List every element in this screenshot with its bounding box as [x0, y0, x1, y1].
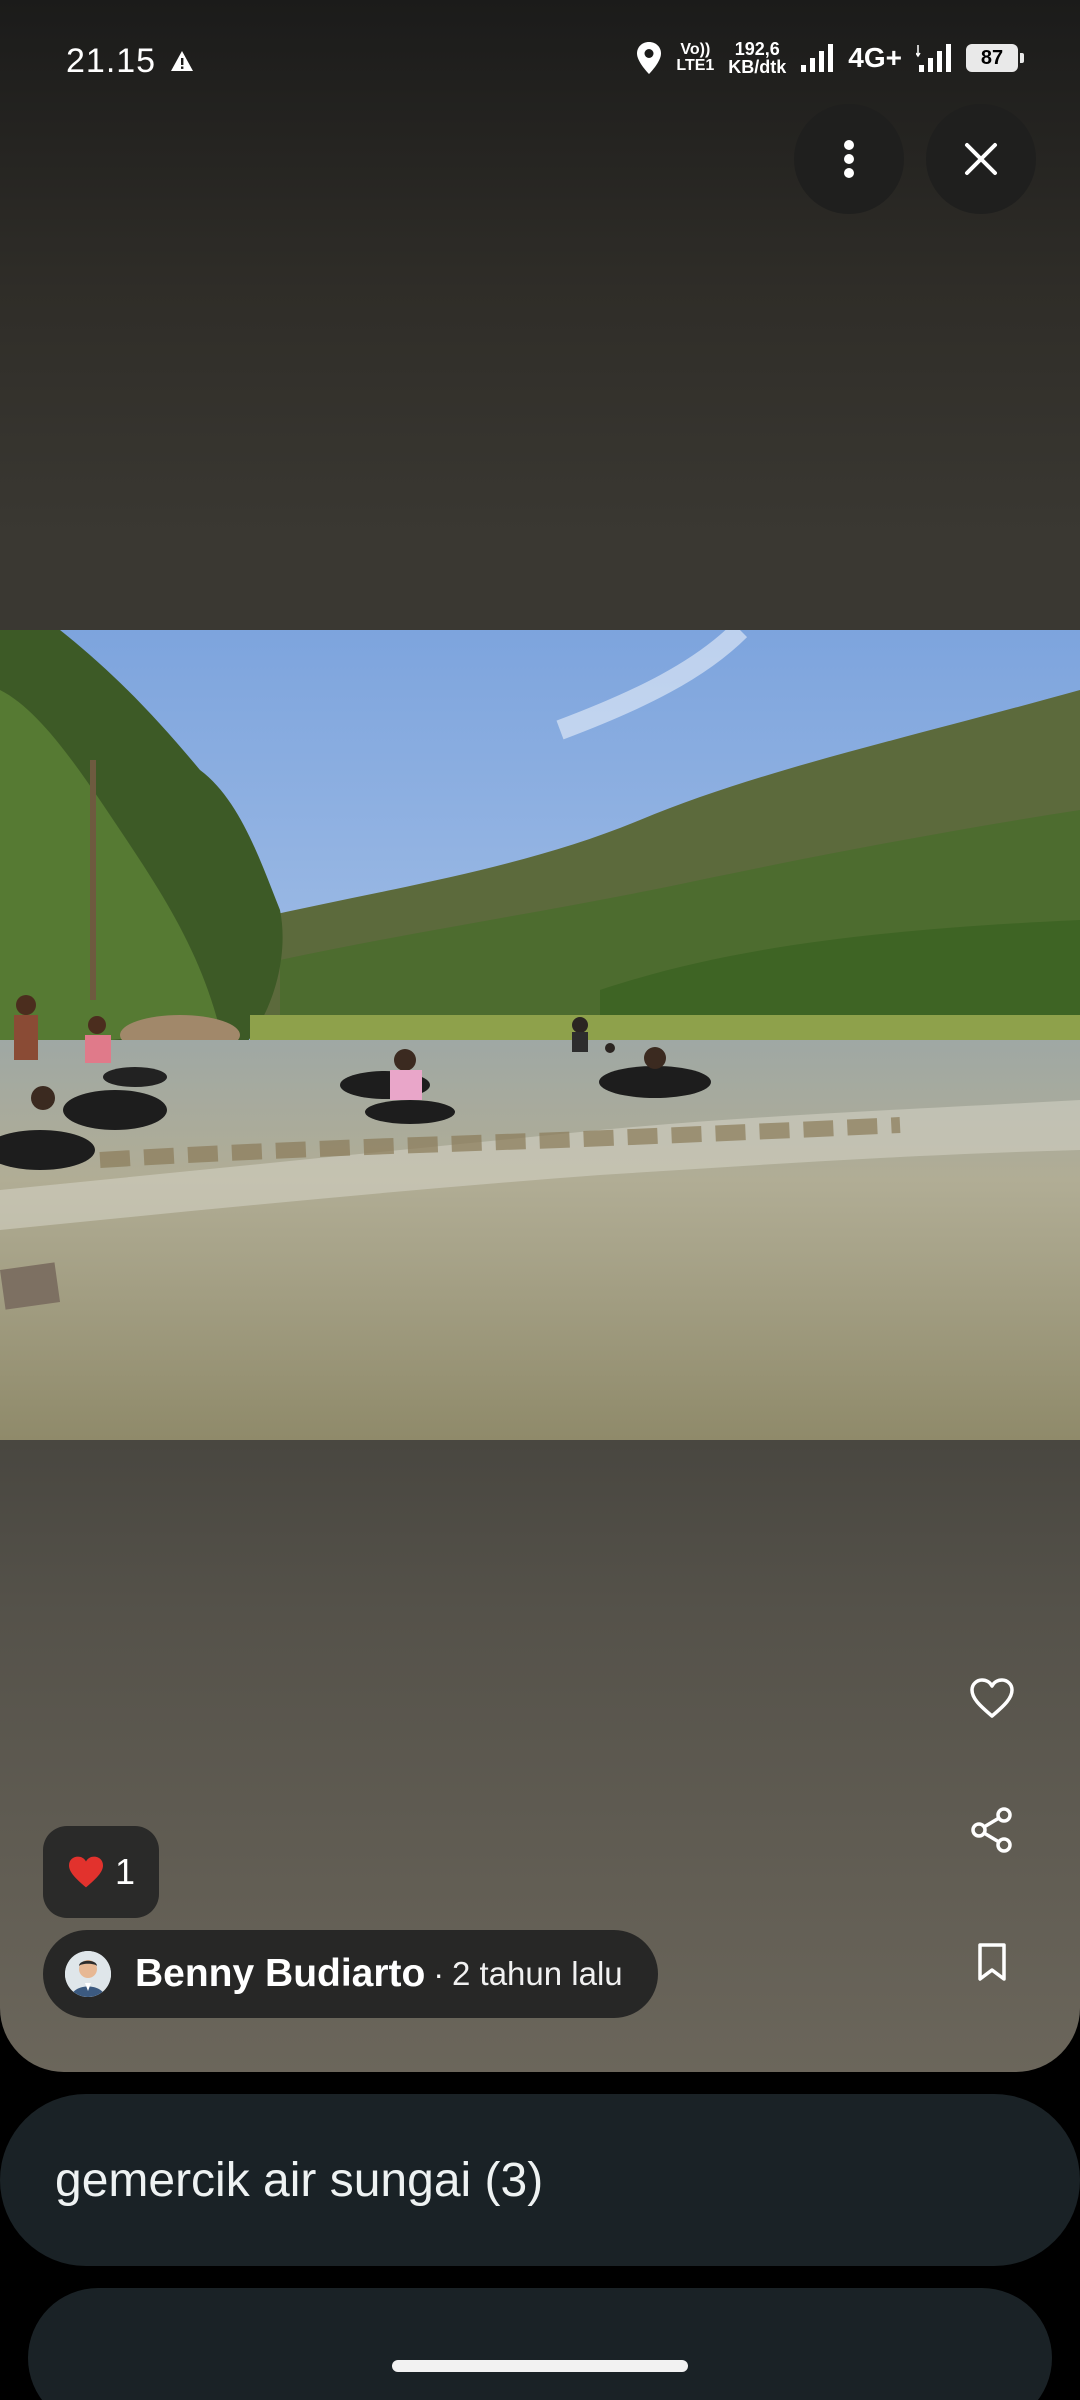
author-separator: ·	[433, 1955, 445, 1992]
more-options-button[interactable]	[794, 104, 904, 214]
heart-emoji-icon	[68, 1856, 103, 1888]
location-icon	[637, 42, 662, 74]
network-type: 4G+	[848, 42, 902, 73]
volte-indicator: Vo)) LTE1	[676, 41, 715, 74]
warning-icon	[171, 51, 193, 71]
signal-icon	[916, 44, 951, 72]
close-button[interactable]	[926, 104, 1036, 214]
signal-icon	[801, 44, 834, 72]
network-speed: 192,6 KB/dtk	[728, 39, 787, 77]
river-image	[0, 630, 1080, 1440]
album-title: gemercik air sungai (3)	[55, 2153, 544, 2207]
next-card[interactable]	[28, 2288, 1052, 2400]
battery-indicator: 87	[966, 44, 1024, 72]
status-time: 21.15	[66, 42, 157, 80]
river-photo	[0, 630, 1080, 1440]
bookmark-button[interactable]	[950, 1920, 1034, 2004]
post-time: 2 tahun lalu	[452, 1955, 623, 1992]
album-card[interactable]: gemercik air sungai (3)	[0, 2094, 1080, 2266]
gesture-bar[interactable]	[392, 2360, 688, 2372]
status-bar: 21.15 Vo)) LTE1 192,6 KB/dtk 4G+ 87	[0, 0, 1080, 120]
bookmark-icon	[978, 1943, 1006, 1981]
reaction-chip[interactable]: 1	[43, 1826, 159, 1918]
status-icons: Vo)) LTE1 192,6 KB/dtk 4G+ 87	[636, 38, 1024, 78]
author-chip[interactable]: Benny Budiarto · 2 tahun lalu	[43, 1930, 658, 2018]
heart-outline-icon	[970, 1678, 1014, 1718]
like-button[interactable]	[950, 1656, 1034, 1740]
share-button[interactable]	[950, 1788, 1034, 1872]
share-icon	[971, 1807, 1012, 1853]
more-vertical-icon	[844, 140, 854, 178]
author-name: Benny Budiarto	[135, 1952, 426, 1995]
close-icon	[965, 143, 997, 175]
avatar	[65, 1951, 111, 1997]
photo-viewer: 21.15 Vo)) LTE1 192,6 KB/dtk 4G+ 87 1 Be…	[0, 0, 1080, 2072]
reaction-count: 1	[114, 1851, 136, 1892]
